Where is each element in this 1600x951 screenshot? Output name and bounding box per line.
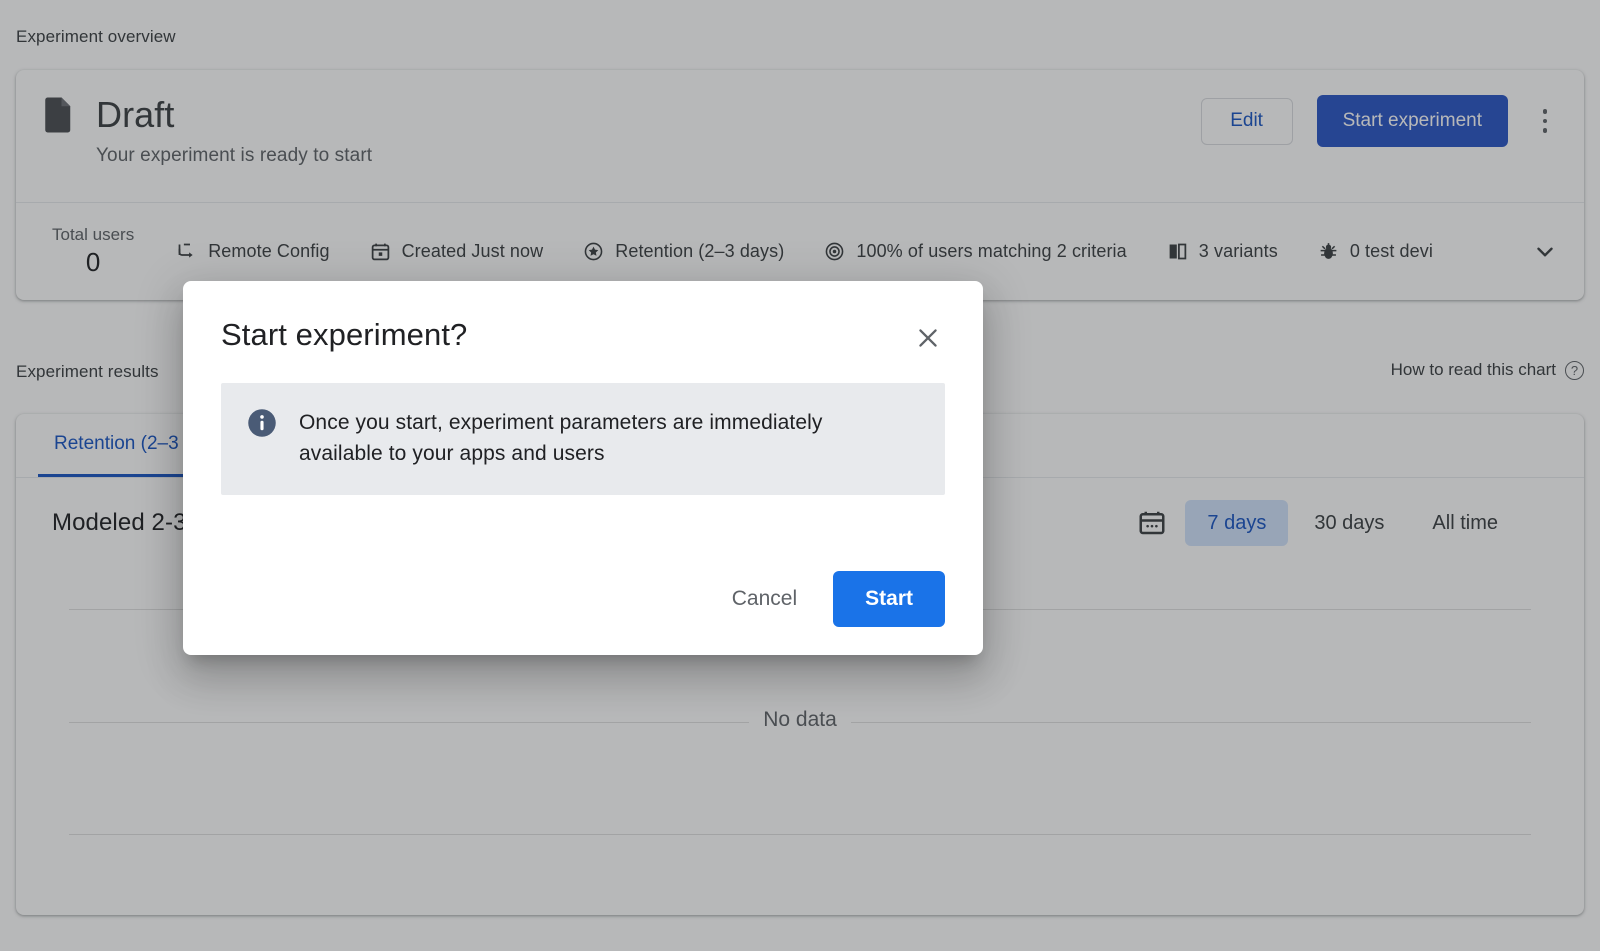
dialog-actions: Cancel Start <box>710 571 945 627</box>
dialog-info-message: Once you start, experiment parameters ar… <box>299 407 859 469</box>
dialog-info-banner: Once you start, experiment parameters ar… <box>221 383 945 495</box>
dialog-header: Start experiment? <box>221 317 945 355</box>
app-root: Experiment overview Draft Your experimen… <box>0 0 1600 951</box>
start-experiment-dialog: Start experiment? Once you start, experi… <box>183 281 983 655</box>
info-icon <box>247 408 277 438</box>
start-button[interactable]: Start <box>833 571 945 627</box>
cancel-button[interactable]: Cancel <box>710 575 819 623</box>
dialog-title: Start experiment? <box>221 317 467 353</box>
close-icon[interactable] <box>911 321 945 355</box>
